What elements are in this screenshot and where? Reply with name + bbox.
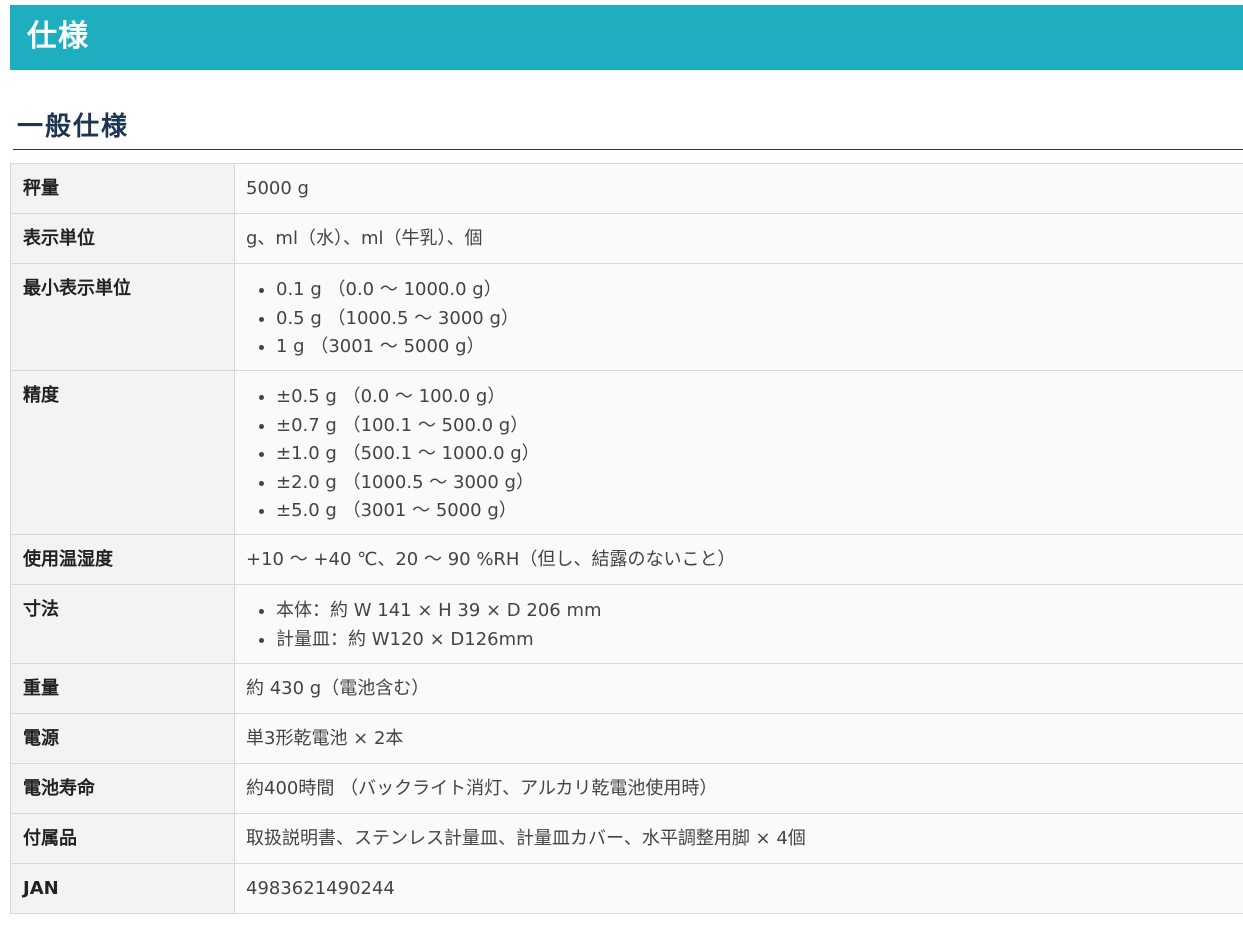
list-item: 0.5 g （1000.5 ～ 3000 g） bbox=[276, 305, 1233, 334]
spec-label: 最小表示単位 bbox=[10, 263, 235, 371]
spec-row-dimensions: 寸法 本体：約 W 141 × H 39 × D 206 mm 計量皿：約 W1… bbox=[10, 584, 1243, 664]
list-item: 計量皿：約 W120 × D126mm bbox=[276, 626, 1233, 655]
spec-label: 付属品 bbox=[10, 813, 235, 864]
spec-table: 秤量 5000 g 表示単位 g、ml（水）、ml（牛乳）、個 最小表示単位 0… bbox=[10, 163, 1243, 914]
spec-value: ±0.5 g （0.0 ～ 100.0 g） ±0.7 g （100.1 ～ 5… bbox=[234, 370, 1243, 535]
list-item: ±0.7 g （100.1 ～ 500.0 g） bbox=[276, 412, 1233, 441]
page-title: 仕様 bbox=[27, 19, 89, 54]
list-item: 本体：約 W 141 × H 39 × D 206 mm bbox=[276, 597, 1233, 626]
list-item: 0.1 g （0.0 ～ 1000.0 g） bbox=[276, 276, 1233, 305]
spec-row-battery-life: 電池寿命 約400時間 （バックライト消灯、アルカリ乾電池使用時） bbox=[10, 763, 1243, 814]
spec-label: 電源 bbox=[10, 713, 235, 764]
spec-value: 4983621490244 bbox=[234, 863, 1243, 914]
spec-row-accuracy: 精度 ±0.5 g （0.0 ～ 100.0 g） ±0.7 g （100.1 … bbox=[10, 370, 1243, 535]
spec-value: 単3形乾電池 × 2本 bbox=[234, 713, 1243, 764]
list-item: ±5.0 g （3001 ～ 5000 g） bbox=[276, 497, 1233, 526]
spec-label: 表示単位 bbox=[10, 213, 235, 264]
spec-value: 本体：約 W 141 × H 39 × D 206 mm 計量皿：約 W120 … bbox=[234, 584, 1243, 664]
list-item: ±0.5 g （0.0 ～ 100.0 g） bbox=[276, 383, 1233, 412]
list-item: 1 g （3001 ～ 5000 g） bbox=[276, 333, 1233, 362]
spec-value: g、ml（水）、ml（牛乳）、個 bbox=[234, 213, 1243, 264]
spec-value: 約 430 g（電池含む） bbox=[234, 663, 1243, 714]
spec-value: 0.1 g （0.0 ～ 1000.0 g） 0.5 g （1000.5 ～ 3… bbox=[234, 263, 1243, 371]
spec-list: 本体：約 W 141 × H 39 × D 206 mm 計量皿：約 W120 … bbox=[246, 597, 1233, 654]
spec-row-accessories: 付属品 取扱説明書、ステンレス計量皿、計量皿カバー、水平調整用脚 × 4個 bbox=[10, 813, 1243, 864]
spec-label: JAN bbox=[10, 863, 235, 914]
spec-row-jan: JAN 4983621490244 bbox=[10, 863, 1243, 914]
list-item: ±2.0 g （1000.5 ～ 3000 g） bbox=[276, 469, 1233, 498]
spec-list: 0.1 g （0.0 ～ 1000.0 g） 0.5 g （1000.5 ～ 3… bbox=[246, 276, 1233, 362]
spec-row-power: 電源 単3形乾電池 × 2本 bbox=[10, 713, 1243, 764]
spec-list: ±0.5 g （0.0 ～ 100.0 g） ±0.7 g （100.1 ～ 5… bbox=[246, 383, 1233, 526]
section-title: 一般仕様 bbox=[17, 112, 130, 142]
spec-row-min-display: 最小表示単位 0.1 g （0.0 ～ 1000.0 g） 0.5 g （100… bbox=[10, 263, 1243, 371]
spec-label: 精度 bbox=[10, 370, 235, 535]
spec-row-operating-env: 使用温湿度 +10 ～ +40 ℃、20 ～ 90 %RH（但し、結露のないこと… bbox=[10, 534, 1243, 585]
spec-row-capacity: 秤量 5000 g bbox=[10, 163, 1243, 214]
page-header: 仕様 bbox=[10, 5, 1243, 70]
spec-label: 使用温湿度 bbox=[10, 534, 235, 585]
list-item: ±1.0 g （500.1 ～ 1000.0 g） bbox=[276, 440, 1233, 469]
spec-value: 約400時間 （バックライト消灯、アルカリ乾電池使用時） bbox=[234, 763, 1243, 814]
spec-label: 寸法 bbox=[10, 584, 235, 664]
spec-label: 電池寿命 bbox=[10, 763, 235, 814]
spec-value: 取扱説明書、ステンレス計量皿、計量皿カバー、水平調整用脚 × 4個 bbox=[234, 813, 1243, 864]
spec-label: 重量 bbox=[10, 663, 235, 714]
spec-value: 5000 g bbox=[234, 163, 1243, 214]
spec-row-display-units: 表示単位 g、ml（水）、ml（牛乳）、個 bbox=[10, 213, 1243, 264]
spec-value: +10 ～ +40 ℃、20 ～ 90 %RH（但し、結露のないこと） bbox=[234, 534, 1243, 585]
spec-row-weight: 重量 約 430 g（電池含む） bbox=[10, 663, 1243, 714]
spec-label: 秤量 bbox=[10, 163, 235, 214]
section-heading: 一般仕様 bbox=[13, 108, 1243, 150]
